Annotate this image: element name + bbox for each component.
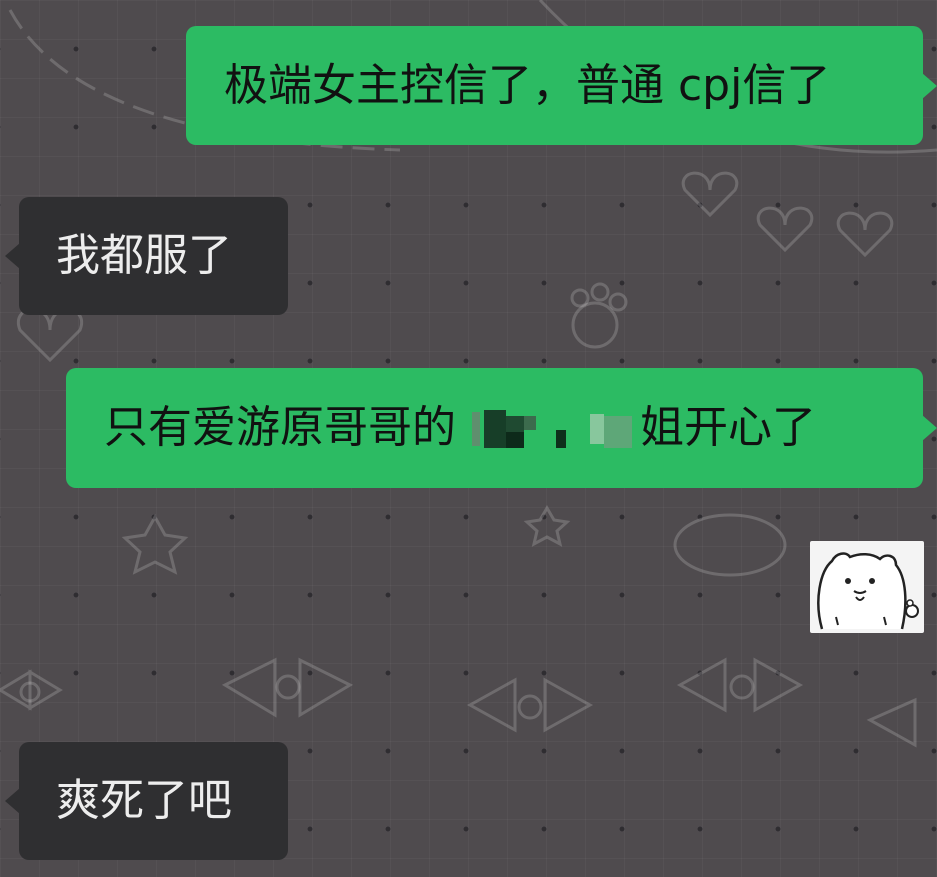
outgoing-message-1[interactable]: 极端女主控信了，普通 cpj信了 <box>186 26 937 145</box>
incoming-message-2[interactable]: 爽死了吧 <box>5 742 288 860</box>
message-text: 我都服了 <box>56 230 232 281</box>
redacted-mosaic <box>458 406 638 450</box>
incoming-message-1[interactable]: 我都服了 <box>5 197 288 315</box>
bear-meme-sticker[interactable] <box>810 541 924 633</box>
outgoing-message-2[interactable]: 只有爱游原哥哥的 姐开心了 <box>66 368 937 488</box>
bear-icon <box>817 552 919 630</box>
message-text-before: 只有爱游原哥哥的 <box>104 402 456 453</box>
message-text-after: 姐开心了 <box>640 402 816 453</box>
message-text: 爽死了吧 <box>56 775 232 826</box>
message-text: 极端女主控信了，普通 cpj信了 <box>224 59 831 111</box>
